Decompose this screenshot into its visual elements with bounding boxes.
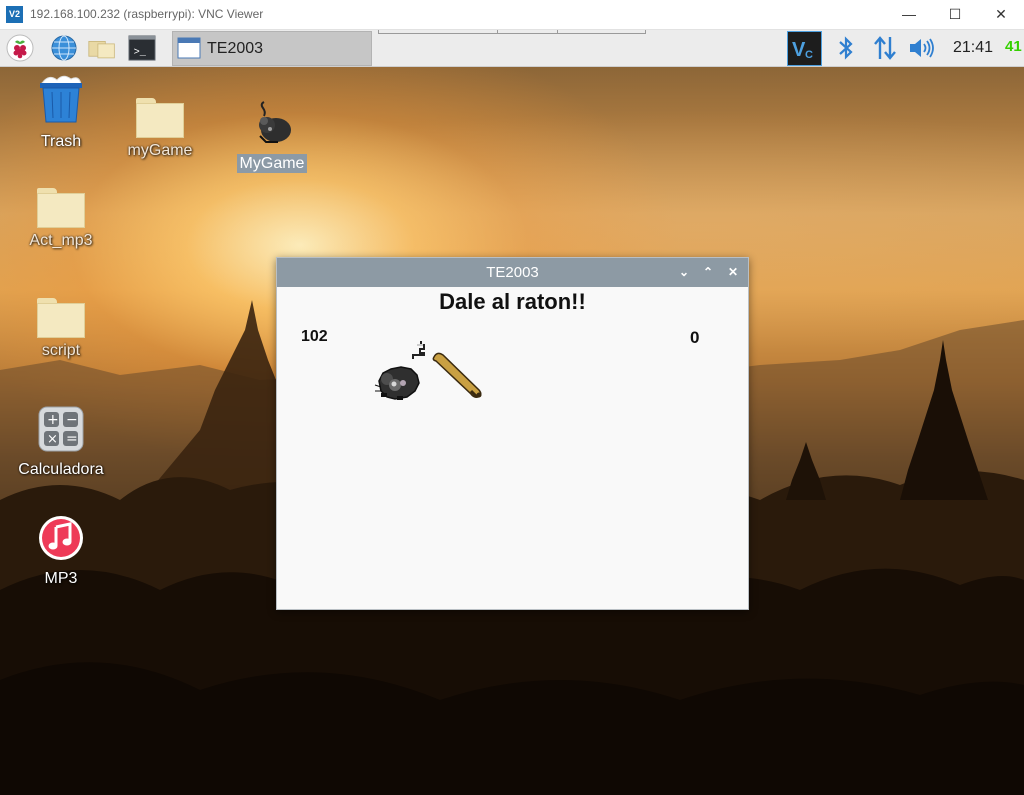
svg-text:+: + [47,412,59,428]
desktop-icon-label: MP3 [44,570,78,587]
music-icon [39,516,83,560]
clock[interactable]: 21:41 [953,39,993,57]
cpu-monitor[interactable]: 41 [1005,38,1022,55]
svg-text:×: × [47,432,58,447]
taskbar-task-te2003[interactable]: TE2003 [172,31,372,66]
network-icon[interactable] [872,35,898,61]
desktop-icon-calculadora[interactable]: + − × = Calculadora [11,406,111,479]
vnc-server-icon[interactable]: V C [787,31,822,66]
window-maximize-button[interactable]: ⌃ [699,263,717,281]
score-counter-left: 102 [301,328,328,345]
desktop-icon-label: script [41,342,81,359]
game-window-titlebar[interactable]: TE2003 ⌄ ⌃ ✕ [277,258,748,287]
svg-text:V: V [792,39,806,61]
score-counter-right: 0 [690,328,700,347]
svg-text:−: − [66,412,78,428]
desktop-icon-mp3[interactable]: MP3 [11,515,111,588]
vnc-titlebar: V2 192.168.100.232 (raspberrypi): VNC Vi… [0,0,1024,30]
folder-icon [37,298,85,338]
svg-text:>_: >_ [134,47,147,59]
svg-text:C: C [805,49,813,61]
desktop-icon-script[interactable]: script [11,298,111,360]
desktop-icon-label: Act_mp3 [29,232,93,249]
window-close-button[interactable]: ✕ [724,263,742,281]
bluetooth-icon[interactable] [836,35,856,61]
close-button[interactable]: ✕ [978,0,1024,29]
rat-icon [259,101,291,143]
file-manager-icon[interactable] [88,34,116,62]
trash-icon [39,75,82,123]
desktop-icon-mygame-folder[interactable]: myGame [110,98,210,160]
raspberry-menu-icon[interactable] [6,34,34,62]
taskbar: >_ TE2003 V C 21:41 41 [0,30,1024,67]
web-browser-icon[interactable] [50,34,78,62]
desktop-icon-mygame-launcher[interactable]: MyGame [222,100,322,173]
desktop-icon-label: MyGame [236,154,308,173]
taskbar-task-label: TE2003 [207,40,264,57]
taskbar-empty-slot [378,30,646,34]
desktop-icon-label: myGame [127,142,193,159]
game-window[interactable]: TE2003 ⌄ ⌃ ✕ Dale al raton!! 102 0 [276,257,749,610]
desktop-icon-act-mp3[interactable]: Act_mp3 [11,188,111,250]
desktop-icon-label: Calculadora [18,461,104,478]
desktop-icon-label: Trash [40,133,82,150]
svg-text:=: = [66,431,78,447]
desktop-icon-trash[interactable]: Trash [11,74,111,151]
game-heading: Dale al raton!! [439,289,586,314]
folder-icon [136,98,184,138]
folder-icon [37,188,85,228]
window-minimize-button[interactable]: ⌄ [675,263,693,281]
terminal-icon[interactable]: >_ [128,34,156,62]
minimize-button[interactable]: — [886,0,932,29]
volume-icon[interactable] [908,36,938,60]
calculator-icon: + − × = [38,406,84,452]
maximize-button[interactable]: ☐ [932,0,978,29]
vnc-logo-icon: V2 [6,6,23,23]
desktop[interactable]: >_ TE2003 V C 21:41 41 Trash myGame MyGa… [0,30,1024,795]
baseball-bat-sprite [432,352,482,399]
vnc-window-title: 192.168.100.232 (raspberrypi): VNC Viewe… [30,7,264,21]
window-icon [177,37,201,59]
